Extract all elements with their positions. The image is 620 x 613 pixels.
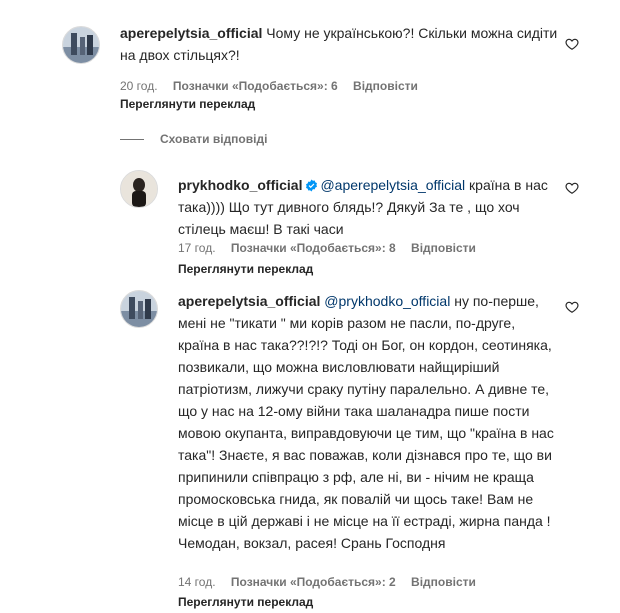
avatar[interactable] — [120, 290, 158, 328]
comment-meta: 17 год. Позначки «Подобається»: 8 Відпов… — [178, 240, 488, 256]
reply-button[interactable]: Відповісти — [353, 79, 418, 93]
comment-mention[interactable]: @aperepelytsia_official — [320, 177, 465, 193]
see-translation-link[interactable]: Переглянути переклад — [120, 96, 255, 112]
comment-mention[interactable]: @prykhodko_official — [324, 293, 450, 309]
comment-meta: 14 год. Позначки «Подобається»: 2 Відпов… — [178, 574, 488, 590]
comment-time[interactable]: 17 год. — [178, 241, 216, 255]
divider-line — [120, 138, 144, 140]
comment-username[interactable]: prykhodko_official — [178, 177, 302, 193]
comment-likes[interactable]: Позначки «Подобається»: 2 — [231, 575, 396, 589]
comment-likes[interactable]: Позначки «Подобається»: 8 — [231, 241, 396, 255]
see-translation-link[interactable]: Переглянути переклад — [178, 594, 313, 610]
comment-time[interactable]: 14 год. — [178, 575, 216, 589]
see-translation-link[interactable]: Переглянути переклад — [178, 261, 313, 277]
comment-text: ну по-перше, мені не "тикати " ми корів … — [178, 293, 554, 551]
avatar[interactable] — [120, 170, 158, 208]
heart-icon[interactable] — [565, 181, 579, 195]
comment-username[interactable]: aperepelytsia_official — [178, 293, 320, 309]
comment-body: aperepelytsia_official @prykhodko_offici… — [178, 290, 558, 554]
verified-badge-icon — [306, 179, 318, 192]
comment-likes[interactable]: Позначки «Подобається»: 6 — [173, 79, 338, 93]
comment-body: prykhodko_official @aperepelytsia_officia… — [178, 174, 558, 240]
comment-time[interactable]: 20 год. — [120, 79, 158, 93]
reply-button[interactable]: Відповісти — [411, 575, 476, 589]
comment-meta: 20 год. Позначки «Подобається»: 6 Відпов… — [120, 78, 430, 94]
heart-icon[interactable] — [565, 37, 579, 51]
reply-button[interactable]: Відповісти — [411, 241, 476, 255]
comment-body: aperepelytsia_official Чому не українськ… — [120, 22, 560, 66]
avatar[interactable] — [62, 26, 100, 64]
heart-icon[interactable] — [565, 300, 579, 314]
hide-replies-button[interactable]: Сховати відповіді — [120, 131, 267, 147]
hide-replies-label: Сховати відповіді — [160, 132, 268, 146]
comment-username[interactable]: aperepelytsia_official — [120, 25, 262, 41]
